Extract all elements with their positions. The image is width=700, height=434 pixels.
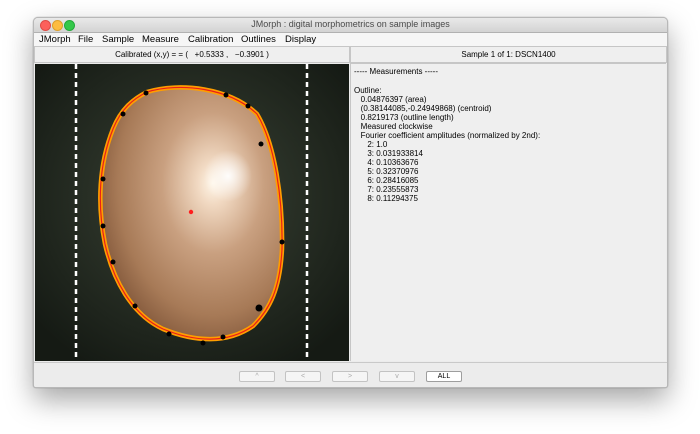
landmark-point[interactable] <box>279 239 285 245</box>
landmark-point[interactable] <box>120 111 126 117</box>
landmark-point[interactable] <box>258 141 264 147</box>
sample-image[interactable] <box>35 64 349 361</box>
landmark-point[interactable] <box>223 92 229 98</box>
nav-right-button[interactable]: > <box>332 371 368 382</box>
measurement-line: 2: 1.0 <box>354 140 388 149</box>
measurement-line: 0.8219173 (outline length) <box>354 113 454 122</box>
sample-image-view[interactable] <box>35 64 349 361</box>
landmark-point[interactable] <box>255 304 263 312</box>
menu-file[interactable]: File <box>78 33 93 46</box>
seed-highlight <box>204 150 252 202</box>
show-all-button[interactable]: ALL <box>426 371 462 382</box>
landmark-point[interactable] <box>132 303 138 309</box>
measurement-line: Fourier coefficient amplitudes (normaliz… <box>354 131 541 140</box>
navigation-bar: ^ < > v ALL <box>34 362 667 387</box>
landmark-point[interactable] <box>200 340 206 346</box>
calibrated-coordinates: Calibrated (x,y) = = ( +0.5333 , −0.3901… <box>34 46 350 63</box>
landmark-point[interactable] <box>100 223 106 229</box>
landmark-point[interactable] <box>110 259 116 265</box>
nav-left-button[interactable]: < <box>285 371 321 382</box>
menu-calibration[interactable]: Calibration <box>188 33 233 46</box>
centroid-marker <box>188 209 194 215</box>
menu-outlines[interactable]: Outlines <box>241 33 276 46</box>
window-title: JMorph : digital morphometrics on sample… <box>251 19 450 29</box>
measurements-panel: ----- Measurements ----- Outline: 0.0487… <box>350 63 666 361</box>
measurements-header: ----- Measurements ----- <box>354 67 438 76</box>
measurement-line: 3: 0.031933814 <box>354 149 423 158</box>
landmark-point[interactable] <box>220 334 226 340</box>
app-window: JMorph : digital morphometrics on sample… <box>33 17 668 388</box>
measurement-line: 7: 0.23555873 <box>354 185 419 194</box>
menu-jmorph[interactable]: JMorph <box>39 33 71 46</box>
measurement-line: 8: 0.11294375 <box>354 194 418 203</box>
measurement-line: 6: 0.28416085 <box>354 176 419 185</box>
sample-label: Sample 1 of 1: DSCN1400 <box>350 46 667 63</box>
nav-up-button[interactable]: ^ <box>239 371 275 382</box>
landmark-point[interactable] <box>100 176 106 182</box>
menu-display[interactable]: Display <box>285 33 316 46</box>
measurement-line: 5: 0.32370976 <box>354 167 419 176</box>
measurement-line: 0.04876397 (area) <box>354 95 427 104</box>
measurement-line: Measured clockwise <box>354 122 433 131</box>
menu-sample[interactable]: Sample <box>102 33 134 46</box>
landmark-point[interactable] <box>245 103 251 109</box>
measurement-line: Outline: <box>354 86 382 95</box>
title-bar[interactable]: JMorph : digital morphometrics on sample… <box>34 18 667 33</box>
landmark-point[interactable] <box>143 90 149 96</box>
measurement-line: (0.38144085,-0.24949868) (centroid) <box>354 104 492 113</box>
measurement-line: 4: 0.10363676 <box>354 158 419 167</box>
menu-measure[interactable]: Measure <box>142 33 179 46</box>
menu-bar: JMorph File Sample Measure Calibration O… <box>34 33 667 47</box>
nav-down-button[interactable]: v <box>379 371 415 382</box>
landmark-point[interactable] <box>166 331 172 337</box>
